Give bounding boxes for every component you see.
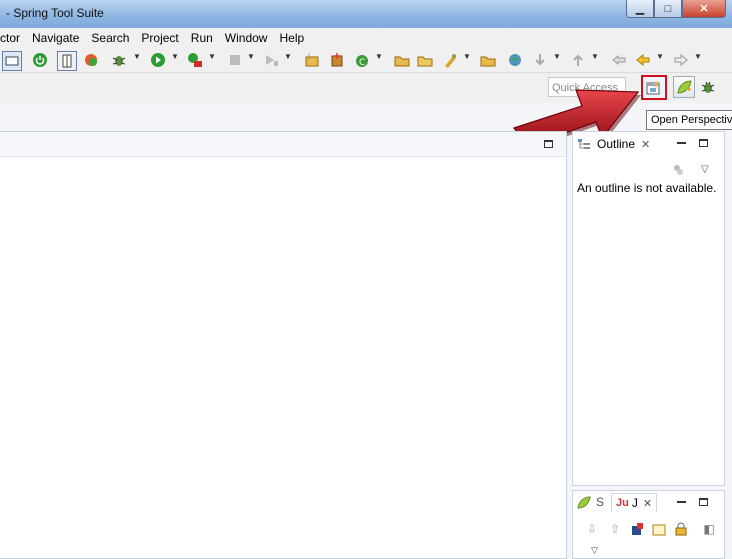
next-annotation-dropdown-icon[interactable]: ▼ bbox=[553, 52, 561, 61]
scroll-lock-icon[interactable] bbox=[651, 521, 667, 537]
open-perspective-button[interactable] bbox=[641, 75, 667, 100]
menu-refactor[interactable]: ctor bbox=[0, 31, 26, 45]
debug-perspective-button[interactable] bbox=[699, 78, 717, 96]
close-icon[interactable]: ✕ bbox=[641, 138, 650, 151]
window-controls: ▁ □ ✕ bbox=[626, 0, 726, 18]
relaunch-icon[interactable] bbox=[262, 51, 280, 69]
new-package-icon[interactable] bbox=[328, 51, 346, 69]
menu-project[interactable]: Project bbox=[135, 31, 184, 45]
external-tools-icon[interactable] bbox=[186, 51, 204, 69]
globe-run-icon[interactable] bbox=[82, 51, 100, 69]
open-type-icon[interactable] bbox=[393, 51, 411, 69]
outline-header: Outline ✕ bbox=[573, 132, 724, 156]
menu-help[interactable]: Help bbox=[273, 31, 310, 45]
menu-bar: ctor Navigate Search Project Run Window … bbox=[0, 28, 732, 48]
previous-annotation-icon[interactable] bbox=[569, 51, 587, 69]
minimize-button[interactable]: ▁ bbox=[626, 0, 654, 18]
outline-tab[interactable]: Outline ✕ bbox=[577, 134, 650, 154]
debug-bug-icon[interactable] bbox=[110, 51, 128, 69]
svg-text:J: J bbox=[307, 52, 310, 60]
open-task-icon[interactable] bbox=[441, 51, 459, 69]
maximize-button[interactable]: □ bbox=[654, 0, 682, 18]
next-annotation-icon[interactable] bbox=[531, 51, 549, 69]
bottom-minimize-icon[interactable] bbox=[677, 501, 686, 503]
view-menu-icon[interactable]: ▽ bbox=[701, 164, 709, 175]
open-perspective-icon bbox=[646, 80, 660, 94]
next-failure-icon[interactable]: ⇩ bbox=[584, 521, 600, 537]
menu-run[interactable]: Run bbox=[185, 31, 219, 45]
outline-icon bbox=[578, 139, 590, 149]
bottom-maximize-icon[interactable] bbox=[699, 498, 708, 506]
new-class-dropdown-icon[interactable]: ▼ bbox=[375, 52, 383, 61]
run-dropdown-icon[interactable]: ▼ bbox=[171, 52, 179, 61]
outline-message: An outline is not available. bbox=[577, 181, 717, 195]
close-icon[interactable]: ✕ bbox=[643, 497, 652, 510]
spring-explorer-tab[interactable]: S bbox=[577, 495, 604, 509]
history-icon[interactable]: ◧ bbox=[701, 521, 717, 537]
previous-annotation-dropdown-icon[interactable]: ▼ bbox=[591, 52, 599, 61]
relaunch-dropdown-icon[interactable]: ▼ bbox=[284, 52, 292, 61]
junit-tab[interactable]: Ju J ✕ bbox=[611, 493, 658, 512]
layout-icon[interactable] bbox=[57, 51, 77, 71]
web-browser-icon[interactable] bbox=[506, 51, 524, 69]
debug-dropdown-icon[interactable]: ▼ bbox=[133, 52, 141, 61]
menu-window[interactable]: Window bbox=[219, 31, 274, 45]
bottom-right-view: S Ju J ✕ ⇩ ⇧ ◧ ▽ bbox=[572, 490, 725, 559]
menu-navigate[interactable]: Navigate bbox=[26, 31, 85, 45]
failures-only-icon[interactable] bbox=[629, 521, 645, 537]
outline-view: Outline ✕ ▽ An outline is not available. bbox=[572, 131, 725, 486]
previous-failure-icon[interactable]: ⇧ bbox=[607, 521, 623, 537]
outline-maximize-icon[interactable] bbox=[699, 139, 708, 147]
spring-leaf-icon bbox=[677, 80, 692, 94]
back-arrow-icon[interactable] bbox=[634, 51, 652, 69]
spring-explorer-icon bbox=[577, 496, 591, 509]
main-toolbar: ▼ ▼ ▼ ▼ ▼ J C ▼ ▼ ▼ ▼ ▼ ▼ bbox=[0, 48, 732, 73]
window-title: - Spring Tool Suite bbox=[6, 6, 104, 20]
outline-minimize-icon[interactable] bbox=[677, 142, 686, 144]
junit-tab-label: J bbox=[631, 496, 638, 510]
stop-dropdown-icon[interactable]: ▼ bbox=[247, 52, 255, 61]
toggle-view-icon[interactable] bbox=[2, 51, 22, 71]
editor-maximize-icon[interactable] bbox=[544, 140, 553, 148]
menu-search[interactable]: Search bbox=[85, 31, 135, 45]
run-icon[interactable] bbox=[149, 51, 167, 69]
title-bar: - Spring Tool Suite ▁ □ ✕ bbox=[0, 0, 732, 28]
bottom-view-menu-icon[interactable]: ▽ bbox=[591, 545, 598, 556]
junit-icon: Ju bbox=[616, 497, 629, 509]
outline-tab-label: Outline bbox=[597, 137, 636, 151]
lock-icon[interactable] bbox=[673, 521, 689, 537]
external-tools-dropdown-icon[interactable]: ▼ bbox=[208, 52, 216, 61]
spring-perspective-button[interactable] bbox=[673, 76, 695, 98]
forward-dropdown-icon[interactable]: ▼ bbox=[694, 52, 702, 61]
forward-arrow-icon[interactable] bbox=[672, 51, 690, 69]
spring-explorer-tab-label: S bbox=[596, 495, 605, 509]
debug-bug-perspective-icon bbox=[701, 81, 715, 93]
outline-toolbar-icon[interactable] bbox=[673, 164, 685, 176]
new-class-icon[interactable]: C bbox=[353, 51, 371, 69]
new-java-project-icon[interactable]: J bbox=[303, 51, 321, 69]
open-task-dropdown-icon[interactable]: ▼ bbox=[463, 52, 471, 61]
svg-text:C: C bbox=[359, 58, 365, 68]
editor-area[interactable] bbox=[0, 131, 567, 559]
open-resource-icon[interactable] bbox=[479, 51, 497, 69]
open-folder-icon[interactable] bbox=[416, 51, 434, 69]
stop-icon[interactable] bbox=[226, 51, 244, 69]
back-dropdown-icon[interactable]: ▼ bbox=[656, 52, 664, 61]
last-edit-location-icon[interactable] bbox=[610, 51, 628, 69]
spring-boot-icon[interactable] bbox=[31, 51, 49, 69]
editor-header bbox=[0, 132, 566, 157]
open-perspective-tooltip: Open Perspective bbox=[646, 110, 732, 130]
close-button[interactable]: ✕ bbox=[682, 0, 726, 18]
